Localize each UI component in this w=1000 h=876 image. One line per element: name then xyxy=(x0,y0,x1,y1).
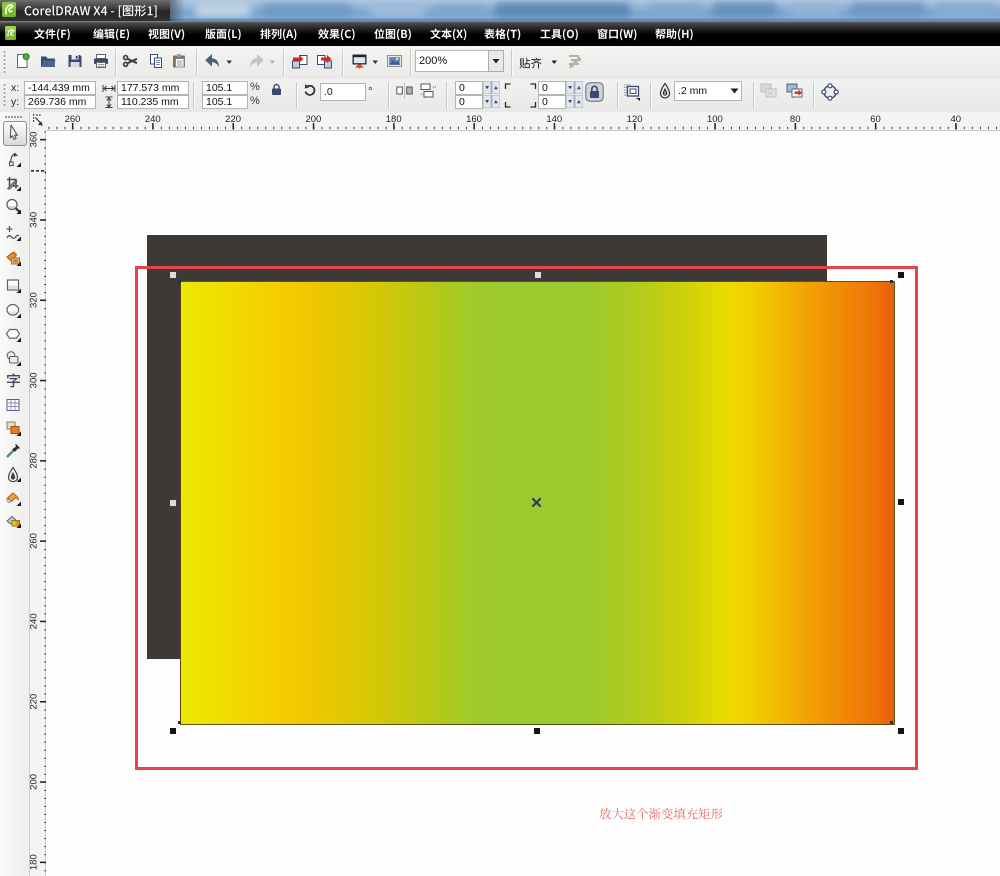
svg-text:300: 300 xyxy=(30,372,40,388)
svg-text:60: 60 xyxy=(870,114,881,125)
svg-text:180: 180 xyxy=(30,854,40,870)
svg-text:100: 100 xyxy=(707,114,723,125)
svg-text:200: 200 xyxy=(30,774,40,790)
svg-text:280: 280 xyxy=(30,453,40,469)
svg-text:240: 240 xyxy=(30,613,40,629)
svg-text:120: 120 xyxy=(627,114,643,125)
svg-text:180: 180 xyxy=(386,114,402,125)
svg-text:40: 40 xyxy=(951,114,962,125)
svg-text:140: 140 xyxy=(546,114,562,125)
svg-text:260: 260 xyxy=(30,533,40,549)
svg-text:240: 240 xyxy=(145,114,161,125)
svg-text:160: 160 xyxy=(466,114,482,125)
svg-text:260: 260 xyxy=(65,114,81,125)
svg-text:220: 220 xyxy=(30,694,40,710)
svg-text:360: 360 xyxy=(30,132,40,148)
svg-text:220: 220 xyxy=(225,114,241,125)
svg-text:340: 340 xyxy=(30,212,40,228)
svg-text:200: 200 xyxy=(305,114,321,125)
svg-text:320: 320 xyxy=(30,292,40,308)
svg-text:80: 80 xyxy=(790,114,801,125)
